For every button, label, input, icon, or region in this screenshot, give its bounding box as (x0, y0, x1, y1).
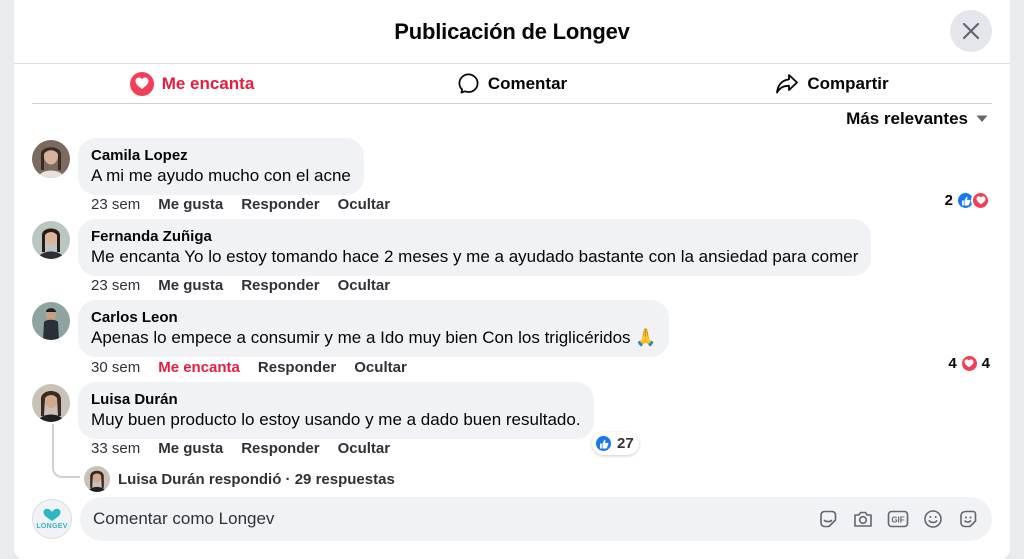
caret-down-icon (976, 115, 988, 122)
comment-bubble: Carlos Leon Apenas lo empece a consumir … (78, 300, 670, 357)
comment-meta: 23 sem Me gusta Responder Ocultar (91, 196, 390, 213)
like-comment-button[interactable]: Me gusta (158, 277, 223, 294)
gif-icon[interactable]: GIF (886, 507, 910, 531)
page-logo: LONGEV (32, 499, 72, 539)
reply-author: Luisa Durán (118, 470, 205, 488)
like-comment-button[interactable]: Me gusta (158, 440, 223, 457)
replies-link[interactable]: Luisa Durán respondió · 29 respuestas (84, 466, 395, 492)
comment-time[interactable]: 33 sem (91, 440, 140, 457)
avatar[interactable] (32, 302, 70, 340)
hide-button[interactable]: Ocultar (338, 196, 391, 213)
comment-text: Me encanta Yo lo estoy tomando hace 2 me… (91, 247, 859, 266)
comment-author[interactable]: Luisa Durán (91, 390, 581, 409)
comment-text: A mi me ayudo mucho con el acne (91, 166, 351, 185)
post-dialog: Publicación de Longev Me encanta Comenta… (14, 0, 1010, 559)
comment-composer: LONGEV Comentar como Longev GIF (32, 497, 992, 541)
reaction-summary[interactable]: 4 4 (948, 354, 990, 373)
love-button[interactable]: Me encanta (32, 71, 352, 96)
share-label: Compartir (807, 73, 889, 93)
share-icon (776, 73, 799, 93)
thread-connector (52, 424, 80, 478)
like-icon (594, 434, 613, 453)
comment-placeholder: Comentar como Longev (93, 509, 275, 528)
reply-button[interactable]: Responder (258, 359, 336, 376)
sticker-icon[interactable] (816, 507, 840, 531)
reaction-count: 27 (617, 435, 634, 452)
heart-icon (971, 191, 990, 210)
comment-meta: 33 sem Me gusta Responder Ocultar (91, 440, 390, 457)
reply-button[interactable]: Responder (241, 440, 319, 457)
reply-separator: · (285, 470, 291, 488)
like-comment-button[interactable]: Me gusta (158, 196, 223, 213)
reaction-count: 4 (981, 355, 990, 372)
heart-icon (129, 71, 154, 96)
post-actions-bar: Me encanta Comentar Compartir (32, 64, 992, 104)
reaction-count: 2 (944, 192, 953, 209)
share-button[interactable]: Compartir (672, 73, 992, 95)
composer-tools: GIF (816, 507, 980, 531)
avatar-sticker-icon[interactable] (956, 507, 980, 531)
avatar[interactable] (32, 221, 70, 259)
logo-text: LONGEV (36, 523, 68, 530)
longev-logo-icon (43, 508, 61, 521)
sort-dropdown[interactable]: Más relevantes (846, 109, 988, 129)
reply-verb: respondió (208, 470, 282, 488)
comment-text: Muy buen producto lo estoy usando y me a… (91, 410, 581, 429)
comment-bubble: Luisa Durán Muy buen producto lo estoy u… (78, 382, 594, 439)
avatar[interactable] (32, 384, 70, 422)
camera-icon[interactable] (851, 507, 875, 531)
comment-author[interactable]: Carlos Leon (91, 308, 656, 327)
hide-button[interactable]: Ocultar (338, 440, 391, 457)
comment-time[interactable]: 30 sem (91, 359, 140, 376)
hide-button[interactable]: Ocultar (338, 277, 391, 294)
close-icon (962, 22, 980, 40)
svg-text:GIF: GIF (891, 516, 904, 525)
comment-time[interactable]: 23 sem (91, 196, 140, 213)
love-label: Me encanta (161, 73, 255, 93)
dialog-title: Publicación de Longev (394, 18, 630, 44)
love-comment-button[interactable]: Me encanta (158, 359, 240, 376)
comment-meta: 30 sem Me encanta Responder Ocultar (91, 359, 407, 376)
comment-author[interactable]: Fernanda Zuñiga (91, 227, 858, 246)
emoji-icon[interactable] (921, 507, 945, 531)
comment-time[interactable]: 23 sem (91, 277, 140, 294)
comment-button[interactable]: Comentar (352, 72, 672, 95)
avatar[interactable] (32, 140, 70, 178)
reply-button[interactable]: Responder (241, 196, 319, 213)
reply-count: 29 respuestas (294, 470, 395, 488)
reply-button[interactable]: Responder (241, 277, 319, 294)
reaction-summary[interactable]: 2 (945, 191, 990, 210)
comment-text: Apenas lo empece a consumir y me a Ido m… (91, 328, 657, 347)
reaction-count: 4 (948, 355, 957, 372)
reply-summary: Luisa Durán respondió · 29 respuestas (118, 471, 395, 488)
comment-bubble: Camila Lopez A mi me ayudo mucho con el … (78, 138, 364, 195)
reaction-summary[interactable]: 27 (592, 432, 639, 455)
close-button[interactable] (950, 10, 992, 52)
sort-label: Más relevantes (846, 109, 968, 128)
comment-author[interactable]: Camila Lopez (91, 146, 351, 165)
comment-bubble: Fernanda Zuñiga Me encanta Yo lo estoy t… (78, 219, 872, 276)
avatar (84, 466, 110, 492)
heart-icon (959, 354, 979, 373)
comment-meta: 23 sem Me gusta Responder Ocultar (91, 277, 390, 294)
hide-button[interactable]: Ocultar (354, 359, 407, 376)
comment-input[interactable]: Comentar como Longev GIF (80, 497, 992, 541)
comment-icon (458, 73, 479, 94)
comment-label: Comentar (487, 73, 568, 93)
dialog-header: Publicación de Longev (14, 0, 1010, 64)
